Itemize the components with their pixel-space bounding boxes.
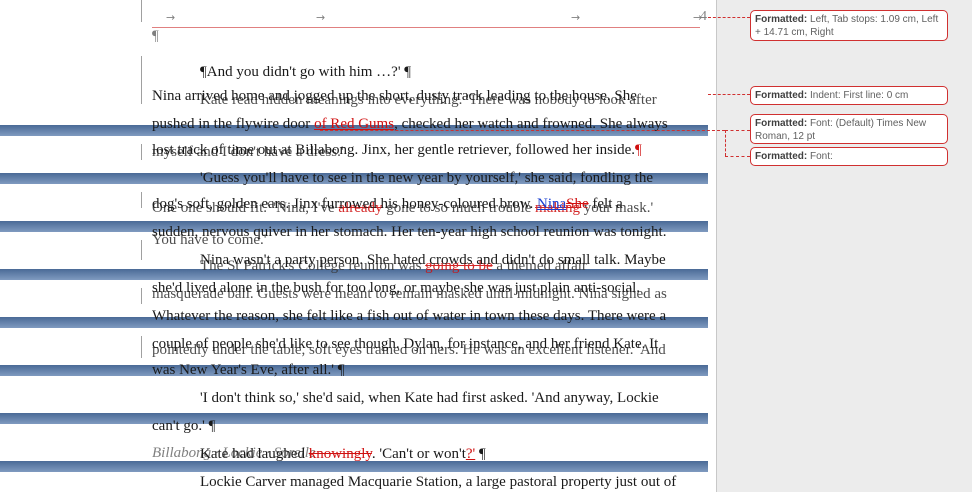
balloon-leader <box>725 130 726 156</box>
inserted-text: Nina <box>536 196 567 212</box>
formatting-balloon[interactable]: Formatted: Left, Tab stops: 1.09 cm, Lef… <box>750 10 948 41</box>
balloon-leader <box>320 130 725 131</box>
header-border <box>152 27 700 28</box>
text-line[interactable]: dog's soft, golden ears. Jinx furrowed h… <box>152 196 623 213</box>
text-line[interactable]: can't go.' ¶ <box>152 418 215 435</box>
markup-balloon-pane <box>716 0 972 492</box>
page-number: 4 <box>700 9 707 24</box>
formatting-balloon[interactable]: Formatted: Font: <box>750 147 948 166</box>
text-line[interactable]: ¶And you didn't go with him …?' ¶ <box>200 64 411 81</box>
tab-arrow: → <box>571 11 581 24</box>
paragraph-mark: ¶ <box>478 446 486 462</box>
balloon-label: Formatted: <box>755 118 808 129</box>
text-run: Jinx, her gentle retriever, followed her… <box>361 142 636 158</box>
text-run: Kate had laughed <box>200 446 305 462</box>
text-run: felt a <box>592 196 623 212</box>
document-page[interactable]: → → → → 4 ¶ Kate read hidden meanings in… <box>0 0 716 492</box>
text-run: . 'Can't or won't <box>371 446 466 462</box>
page-edge-mark <box>141 336 142 358</box>
deleted-text: She <box>566 196 589 212</box>
balloon-label: Formatted: <box>755 14 808 25</box>
text-line[interactable]: was New Year's Eve, after all.' ¶ <box>152 362 345 379</box>
page-break-stripe <box>0 413 708 424</box>
text-line[interactable]: couple of people she'd like to see thoug… <box>152 336 658 353</box>
header-pilcrow: ¶ <box>152 28 159 44</box>
page-edge-mark <box>141 0 142 22</box>
page-edge-mark <box>141 192 142 208</box>
text-line[interactable]: lost track of time out at Billabong. Jin… <box>152 142 642 159</box>
formatting-balloon[interactable]: Formatted: Indent: First line: 0 cm <box>750 86 948 105</box>
balloon-label: Formatted: <box>755 90 808 101</box>
text-line[interactable]: 'I don't think so,' she'd said, when Kat… <box>200 390 659 407</box>
inserted-text: ?' <box>465 446 476 462</box>
balloon-leader <box>725 130 750 131</box>
text-line[interactable]: 'Guess you'll have to see in the new yea… <box>200 170 653 187</box>
page-edge-mark <box>141 288 142 304</box>
paragraph-mark: ¶ <box>635 142 642 158</box>
text-line[interactable]: Lockie Carver managed Macquarie Station,… <box>200 474 676 491</box>
balloon-leader <box>725 156 750 157</box>
page-break-stripe <box>0 365 708 376</box>
balloon-leader <box>708 17 750 18</box>
text-run: lost track of time out at Billabong. <box>152 142 359 158</box>
balloon-text: Font: <box>810 151 833 162</box>
text-line[interactable]: Nina arrived home and jogged up the shor… <box>152 88 637 105</box>
balloon-text: Indent: First line: 0 cm <box>810 90 909 101</box>
text-run: pushed in the flywire door <box>152 116 311 132</box>
formatting-balloon[interactable]: Formatted: Font: (Default) Times New Rom… <box>750 114 948 144</box>
page-edge-mark <box>141 56 142 104</box>
balloon-label: Formatted: <box>755 151 808 162</box>
text-run: dog's soft, golden ears. Jinx furrowed h… <box>152 196 534 212</box>
tab-arrow: → <box>166 11 176 24</box>
text-line[interactable]: Kate had laughed knowingly. 'Can't or wo… <box>200 446 486 463</box>
text-line[interactable]: Whatever the reason, she felt like a fis… <box>152 308 666 325</box>
page-edge-mark <box>141 144 142 160</box>
text-line[interactable]: sudden, nervous quiver in her stomach. H… <box>152 224 666 241</box>
page-edge-mark <box>141 240 142 260</box>
text-line[interactable]: Nina wasn't a party person. She hated cr… <box>200 252 666 269</box>
deleted-text: knowingly <box>308 446 372 462</box>
balloon-leader <box>708 94 750 95</box>
text-line[interactable]: she'd lived alone in the bush for too lo… <box>152 280 640 297</box>
tab-arrow: → <box>316 11 326 24</box>
